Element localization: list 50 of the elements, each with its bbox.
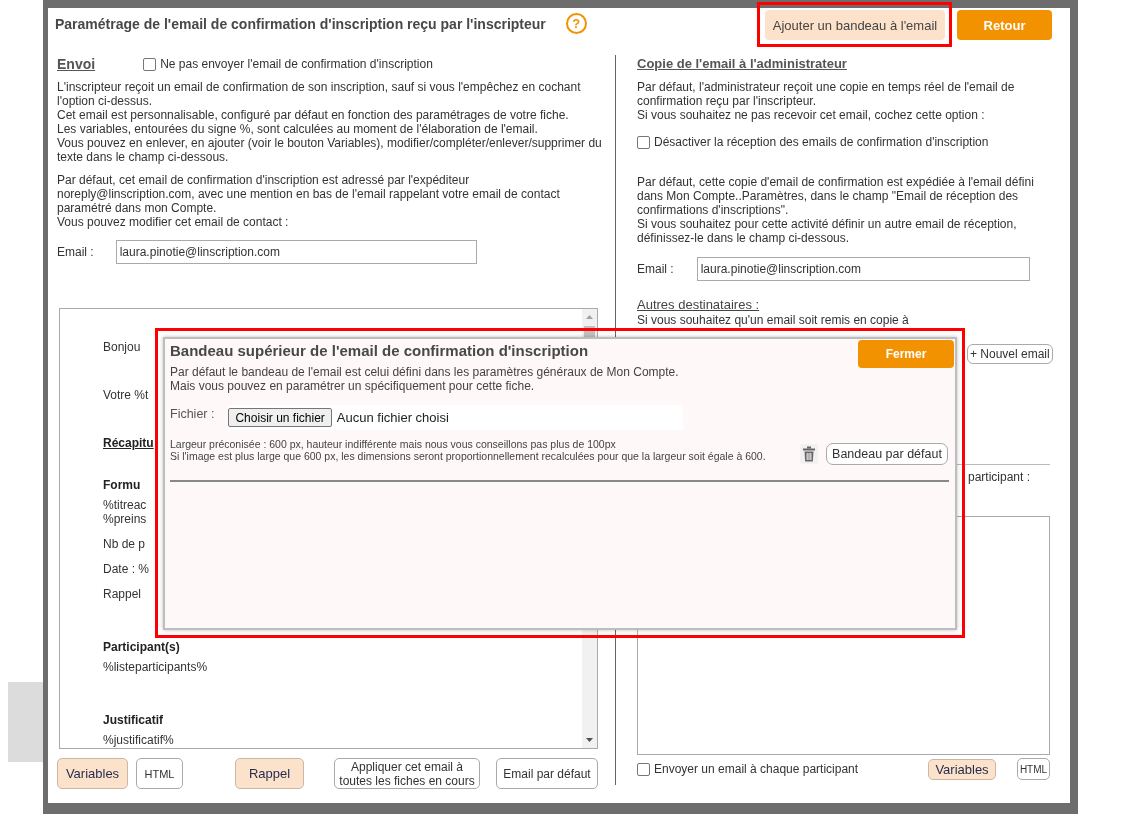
- file-status: Aucun fichier choisi: [336, 410, 449, 425]
- checkbox-label: Ne pas envoyer l'email de confirmation d'inscription: [160, 57, 433, 71]
- file-label: Fichier :: [170, 407, 215, 421]
- info-paragraph: Par défaut, l'administrateur reçoit une copie en temps réel de l'email de confirmation reçu par l'inscripteur. Si vous souhaitez ne pas recevoir cet email, cochez cette option :: [637, 80, 1015, 122]
- html-button[interactable]: HTML: [136, 758, 183, 789]
- checkbox-label: Envoyer un email à chaque participant: [654, 762, 859, 776]
- add-banner-button[interactable]: Ajouter un bandeau à l'email: [765, 10, 945, 40]
- editor-text: Nb de p: [103, 537, 146, 551]
- variables-button[interactable]: Variables: [57, 758, 128, 789]
- editor-text: Rappel: [103, 587, 142, 601]
- page-title: Paramétrage de l'email de confirmation d'inscription reçu par l'inscripteur: [55, 15, 546, 34]
- section-heading: Envoi: [57, 56, 96, 72]
- info-paragraph: Par défaut, cette copie d'email de confirmation est expédiée à l'email défini dans Mon Compte..Paramètres, dans le champ "Email de réception des confirmations d'inscriptions". Si vous souhaitez pour cette activité définir un autre email de réception, définissez-le dans le champ ci-dessous.: [637, 175, 1034, 245]
- size-notes: Largeur préconisée : 600 px, hauteur indifférente mais nous vous conseillons pas plus de 100px Si l'image est plus large que 600 px, les dimensions seront proportionnellement recalculées pour que la largeur soit égale à 600.: [170, 438, 766, 462]
- variables-button[interactable]: Variables: [928, 758, 996, 780]
- email-label: Email :: [57, 245, 94, 259]
- dialog-title: Bandeau supérieur de l'email de confirmation d'inscription: [170, 341, 589, 361]
- checkbox-label: Désactiver la réception des emails de confirmation d'inscription: [654, 135, 989, 149]
- editor-text: %titreac %preins: [103, 498, 147, 526]
- choose-file-button[interactable]: Choisir un fichier: [228, 408, 332, 427]
- editor-section-title: Récapitu: [103, 436, 154, 450]
- file-input[interactable]: Choisir un fichier Aucun fichier choisi: [228, 405, 684, 430]
- info-paragraph: Par défaut, cet email de confirmation d'inscription est adressé par l'expéditeur noreply@linscription.com, avec une mention en bas de l'email rappelant votre email de contact paramétré dans mon Compte. Vous pouvez modifier cet email de contact :: [57, 173, 561, 229]
- reminder-button[interactable]: Rappel: [235, 758, 304, 789]
- default-email-button[interactable]: Email par défaut: [496, 758, 598, 789]
- field-label: participant :: [968, 470, 1031, 484]
- info-paragraph: L'inscripteur reçoit un email de confirmation de son inscription, sauf si vous l'empêchez en cochant l'option ci-dessus. Cet email est personnalisable, configuré par défaut en fonction des paramétrages de votre fiche. Les variables, entourées du signe %, sont calculées au moment de l'élaboration de l'email. Vous pouvez en enlever, en ajouter (voir le bouton Variables), modifier/compléter/enlever/supprimer du texte dans le champ ci-dessous.: [57, 80, 602, 164]
- default-banner-button[interactable]: Bandeau par défaut: [826, 443, 948, 465]
- email-label: Email :: [637, 262, 674, 276]
- editor-subheading: Justificatif: [103, 713, 163, 727]
- editor-text: Date : %: [103, 562, 150, 576]
- dialog-description: Par défaut le bandeau de l'email est celui défini dans les paramètres généraux de Mon Compte. Mais vous pouvez en paramétrer un spécifiquement pour cette fiche.: [170, 365, 680, 393]
- html-button[interactable]: HTML: [1017, 758, 1050, 780]
- editor-text: Bonjou: [103, 340, 141, 354]
- info-text: Si vous souhaitez qu'un email soit remis en copie à: [637, 313, 909, 327]
- email-field[interactable]: laura.pinotie@linscription.com: [696, 257, 1030, 281]
- new-email-button[interactable]: + Nouvel email: [967, 344, 1053, 364]
- trash-icon[interactable]: [800, 444, 818, 464]
- editor-text: Votre %t: [103, 388, 149, 402]
- checkbox[interactable]: [143, 57, 157, 71]
- editor-text: %listeparticipants%: [103, 660, 208, 674]
- apply-to-all-button[interactable]: Appliquer cet email à toutes les fiches en cours: [334, 758, 480, 789]
- editor-subheading: Formu: [103, 478, 141, 492]
- editor-subheading: Participant(s): [103, 640, 180, 654]
- editor-text: %justificatif%: [103, 733, 174, 747]
- section-heading: Copie de l'email à l'administrateur: [637, 57, 847, 71]
- subsection-heading: Autres destinataires :: [637, 298, 760, 312]
- checkbox[interactable]: [637, 135, 650, 149]
- checkbox[interactable]: [637, 762, 650, 776]
- email-field[interactable]: laura.pinotie@linscription.com: [115, 240, 477, 264]
